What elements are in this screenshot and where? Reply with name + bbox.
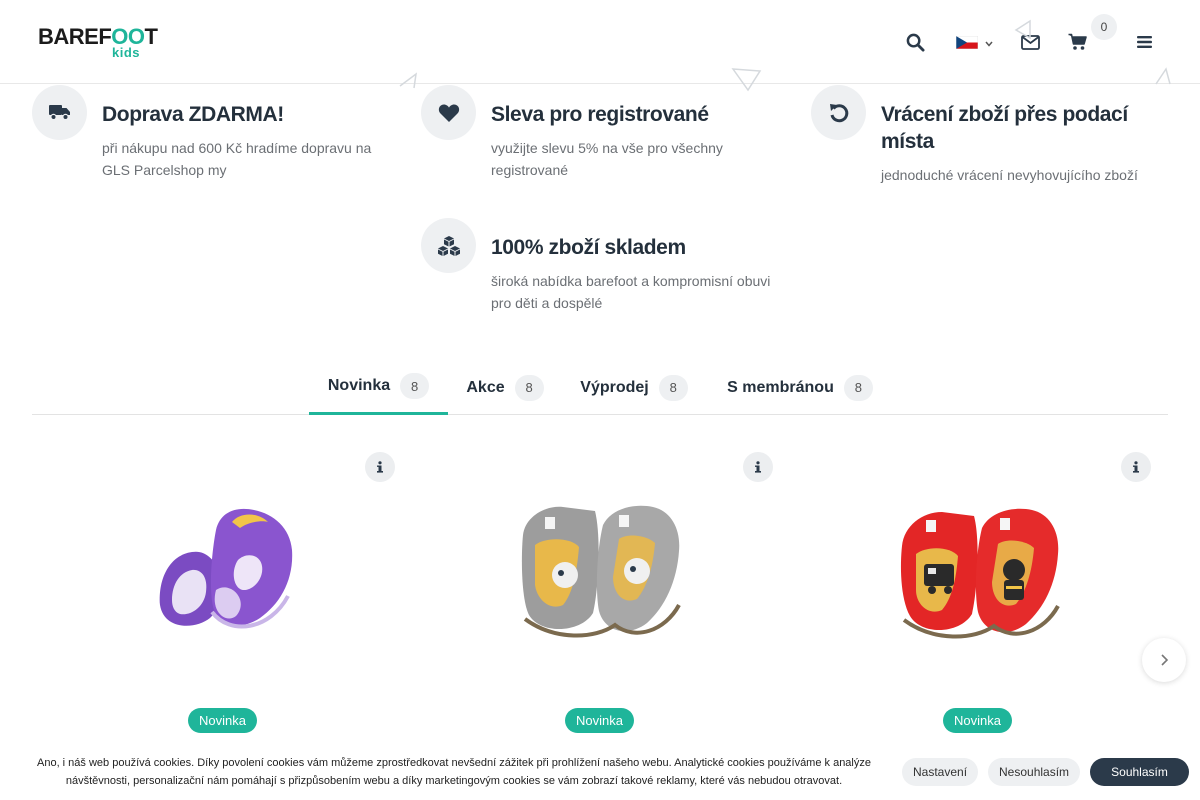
purple-unicorn-slipper-image[interactable] bbox=[150, 500, 300, 645]
site-header: BAREFOOT kids 0 bbox=[0, 0, 1200, 84]
red-firefighter-slipper-image[interactable] bbox=[896, 498, 1062, 643]
tab-label: Akce bbox=[466, 378, 505, 396]
tab-label: Výprodej bbox=[580, 378, 649, 396]
barefoot-kids-logo[interactable]: BAREFOOT kids bbox=[38, 24, 158, 61]
tab-vyprodej[interactable]: Výprodej 8 bbox=[572, 360, 696, 415]
cookie-text: Ano, i náš web používá cookies. Díky pov… bbox=[37, 757, 871, 787]
truck-icon bbox=[32, 85, 87, 140]
search-icon[interactable] bbox=[903, 30, 927, 54]
decorative-triangle bbox=[1014, 19, 1031, 40]
info-icon[interactable] bbox=[365, 452, 395, 482]
logo-text-end: T bbox=[144, 24, 158, 49]
tab-count-badge: 8 bbox=[514, 374, 544, 401]
tab-label: Novinka bbox=[327, 377, 391, 394]
hamburger-menu-icon[interactable] bbox=[1132, 30, 1156, 54]
product-tabs: Novinka 8 Akce 8 Výprodej 8 S membránou 8 bbox=[32, 360, 1168, 415]
feature-text: jednoduché vrácení nevyhovujícího zboží bbox=[881, 167, 1138, 183]
logo-text: BAREF bbox=[38, 24, 112, 49]
cubes-icon bbox=[421, 218, 476, 273]
product-card[interactable]: Novinka bbox=[45, 440, 405, 740]
tab-s-membranou[interactable]: S membránou 8 bbox=[720, 360, 880, 415]
feature-title: Doprava ZDARMA! bbox=[102, 103, 284, 126]
logo-kids-text: kids bbox=[112, 45, 141, 60]
feature-text: využijte slevu 5% na vše pro všechny regi… bbox=[491, 140, 723, 178]
tab-count-badge: 8 bbox=[658, 374, 688, 401]
feature-title: Sleva pro registrované bbox=[491, 103, 709, 126]
cookie-consent-bar: Ano, i náš web používá cookies. Díky pov… bbox=[0, 752, 1200, 800]
tab-label: S membránou bbox=[727, 378, 834, 396]
cookie-settings-button[interactable]: Nastavení bbox=[902, 758, 979, 786]
grey-koala-astronaut-slipper-image[interactable] bbox=[515, 495, 685, 645]
chevron-right-icon bbox=[1161, 654, 1169, 666]
feature-in-stock: 100% zboží skladem široká nabídka barefo… bbox=[421, 218, 791, 328]
product-card[interactable]: Novinka bbox=[798, 440, 1158, 740]
new-badge: Novinka bbox=[565, 708, 634, 733]
new-badge: Novinka bbox=[943, 708, 1012, 733]
undo-icon bbox=[811, 85, 866, 140]
info-icon[interactable] bbox=[1121, 452, 1151, 482]
feature-title: Vrácení zboží přes podací místa bbox=[881, 103, 1128, 153]
decorative-triangle bbox=[399, 72, 417, 89]
heart-icon bbox=[421, 85, 476, 140]
feature-free-shipping: Doprava ZDARMA! při nákupu nad 600 Kč hr… bbox=[32, 85, 392, 195]
product-card[interactable]: Novinka bbox=[420, 440, 780, 740]
carousel-next-button[interactable] bbox=[1142, 638, 1186, 682]
feature-text: široká nabídka barefoot a kompromisní ob… bbox=[491, 273, 771, 311]
feature-text: při nákupu nad 600 Kč hradíme dopravu na… bbox=[102, 140, 372, 178]
info-icon[interactable] bbox=[743, 452, 773, 482]
czech-flag-icon bbox=[956, 36, 978, 49]
shopping-cart-icon[interactable] bbox=[1066, 30, 1090, 54]
tab-count-badge: 8 bbox=[400, 373, 430, 399]
cookie-disagree-button[interactable]: Nesouhlasím bbox=[988, 758, 1081, 786]
new-badge: Novinka bbox=[188, 708, 257, 733]
tab-count-badge: 8 bbox=[843, 374, 873, 401]
tab-akce[interactable]: Akce 8 bbox=[458, 360, 552, 415]
feature-returns: Vrácení zboží přes podací místa jednoduch… bbox=[811, 85, 1191, 195]
chevron-down-icon bbox=[984, 36, 994, 54]
cookie-agree-button[interactable]: Souhlasím bbox=[1090, 758, 1189, 786]
feature-registered-discount: Sleva pro registrované využijte slevu 5%… bbox=[421, 85, 791, 195]
tab-novinka[interactable]: Novinka 8 bbox=[309, 360, 448, 415]
cart-count-badge[interactable]: 0 bbox=[1091, 14, 1117, 40]
feature-title: 100% zboží skladem bbox=[491, 236, 686, 259]
language-selector[interactable] bbox=[950, 28, 998, 56]
